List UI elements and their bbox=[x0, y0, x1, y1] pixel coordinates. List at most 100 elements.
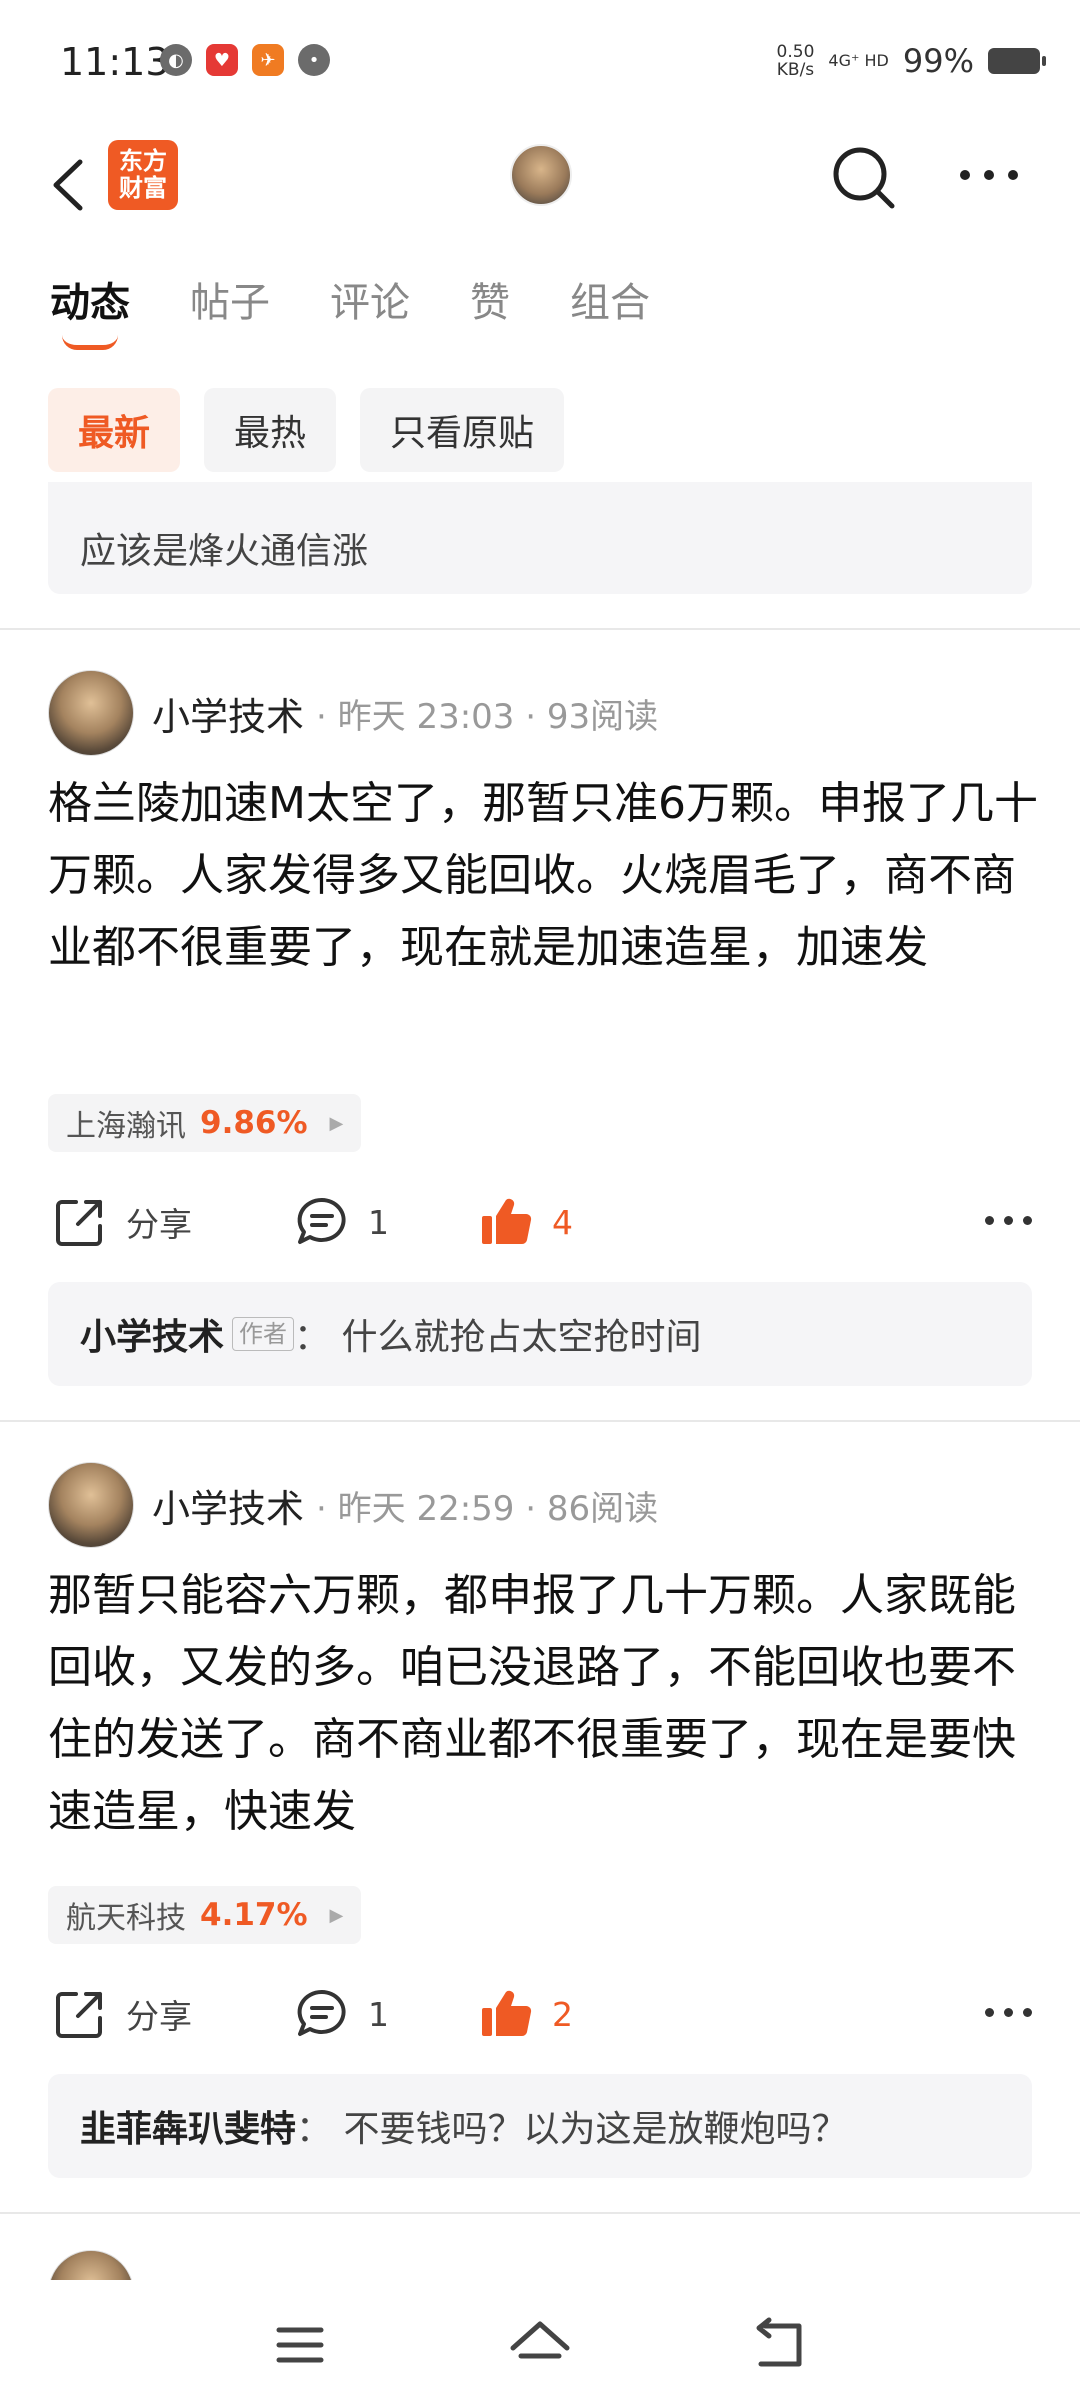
share-button[interactable]: 分享 bbox=[52, 1194, 192, 1250]
comment-button[interactable]: 1 bbox=[294, 1194, 389, 1250]
dot-icon bbox=[1023, 2008, 1032, 2017]
net-speed-value: 0.50 bbox=[776, 42, 815, 62]
dot-icon bbox=[1004, 1216, 1013, 1225]
more-options-button[interactable] bbox=[985, 1216, 1032, 1225]
tab-posts[interactable]: 帖子 bbox=[190, 270, 270, 328]
stock-name: 航天科技 bbox=[66, 1901, 186, 1936]
battery-icon bbox=[988, 48, 1046, 74]
comment-icon bbox=[297, 1989, 346, 2036]
reply-box[interactable]: 韭菲犇玐斐特 ： 不要钱吗？以为这是放鞭炮吗？ bbox=[48, 2074, 1032, 2178]
thumbs-up-icon bbox=[482, 1990, 532, 2037]
home-button[interactable] bbox=[505, 2310, 575, 2380]
action-bar: 分享 1 4 bbox=[48, 1186, 1032, 1256]
back-arrow-icon bbox=[53, 159, 83, 211]
more-options-button[interactable] bbox=[985, 2008, 1032, 2017]
stock-tag[interactable]: 上海瀚讯 9.86% ▶ bbox=[48, 1094, 362, 1152]
reply-box[interactable]: 小学技术 作者 ： 什么就抢占太空抢时间 bbox=[48, 1282, 1032, 1386]
filter-original-only[interactable]: 只看原贴 bbox=[360, 388, 565, 472]
stock-name: 上海瀚讯 bbox=[66, 1109, 186, 1144]
divider bbox=[0, 2212, 1080, 2214]
post-header: 小学技术 · 昨天 23:03 · 93阅读 bbox=[48, 668, 658, 758]
like-count: 2 bbox=[552, 1994, 573, 2034]
menu-button[interactable] bbox=[265, 2310, 335, 2380]
reply-text: ： 不要钱吗？以为这是放鞭炮吗？ bbox=[296, 2109, 848, 2150]
battery-percent: 99% bbox=[902, 42, 974, 80]
like-button[interactable]: 2 bbox=[478, 1986, 573, 2042]
status-bar: 11:13 ◐ ♥ ✈ • 0.50 KB/s 4G⁺ HD 99% bbox=[0, 0, 1080, 130]
avatar[interactable] bbox=[510, 144, 572, 206]
tab-bar: 动态 帖子 评论 赞 组合 bbox=[50, 270, 650, 350]
status-right: 0.50 KB/s 4G⁺ HD 99% bbox=[777, 42, 1046, 80]
logo-line2: 财富 bbox=[119, 174, 167, 202]
comment-count: 1 bbox=[368, 1994, 389, 2034]
dot-icon bbox=[1023, 1216, 1032, 1225]
feed-item[interactable]: 小学技术 · 昨天 22:59 · 86阅读 那暂只能容六万颗，都申报了几十万颗… bbox=[0, 1422, 1080, 2212]
logo-line1: 东方 bbox=[119, 147, 167, 175]
post-content[interactable]: 那暂只能容六万颗，都申报了几十万颗。人家既能回收，又发的多。咱已没退路了，不能回… bbox=[48, 1560, 1038, 1848]
share-label: 分享 bbox=[126, 1997, 192, 2036]
stock-change: 9.86% bbox=[200, 1105, 308, 1141]
tab-portfolio[interactable]: 组合 bbox=[570, 270, 650, 328]
menu-icon bbox=[276, 2327, 324, 2363]
reply-box[interactable]: 应该是烽火通信涨 bbox=[48, 482, 1032, 594]
reply-username[interactable]: 韭菲犇玐斐特 bbox=[80, 2100, 296, 2152]
app-notification-icon: ✈ bbox=[252, 44, 284, 76]
back-button[interactable] bbox=[40, 152, 100, 218]
app-notification-icon: ♥ bbox=[206, 44, 238, 76]
app-notification-icon: ◐ bbox=[160, 44, 192, 76]
like-count: 4 bbox=[552, 1202, 573, 1242]
like-button[interactable]: 4 bbox=[478, 1194, 573, 1250]
home-icon bbox=[510, 2321, 570, 2359]
author-badge: 作者 bbox=[232, 1317, 295, 1351]
back-nav-button[interactable] bbox=[745, 2310, 815, 2380]
next-item-avatar bbox=[48, 2250, 134, 2280]
dot-icon bbox=[985, 2008, 994, 2017]
stock-change: 4.17% bbox=[200, 1897, 308, 1933]
tab-likes[interactable]: 赞 bbox=[470, 270, 510, 328]
status-time: 11:13 bbox=[60, 40, 170, 84]
username[interactable]: 小学技术 bbox=[152, 1478, 304, 1533]
avatar[interactable] bbox=[48, 670, 134, 756]
avatar bbox=[48, 2250, 134, 2280]
search-button[interactable] bbox=[830, 144, 896, 210]
app-logo[interactable]: 东方 财富 bbox=[108, 140, 178, 210]
play-arrow-icon: ▶ bbox=[329, 1112, 344, 1134]
post-meta: · 昨天 23:03 · 93阅读 bbox=[316, 696, 659, 737]
notification-icons: ◐ ♥ ✈ • bbox=[160, 44, 330, 76]
filter-latest[interactable]: 最新 bbox=[48, 388, 181, 472]
dot-icon bbox=[984, 170, 994, 180]
network-speed: 0.50 KB/s bbox=[777, 43, 815, 79]
top-nav: 东方 财富 bbox=[0, 130, 1080, 240]
share-label: 分享 bbox=[126, 1205, 192, 1244]
back-icon bbox=[756, 2317, 802, 2367]
system-nav-bar bbox=[0, 2280, 1080, 2408]
reply-username[interactable]: 小学技术 bbox=[80, 1308, 224, 1360]
post-meta: · 昨天 22:59 · 86阅读 bbox=[316, 1488, 659, 1529]
more-options-button[interactable] bbox=[960, 160, 1030, 190]
share-icon bbox=[56, 1992, 102, 2038]
tab-activity[interactable]: 动态 bbox=[50, 270, 130, 350]
comment-button[interactable]: 1 bbox=[294, 1986, 389, 2042]
play-arrow-icon: ▶ bbox=[329, 1904, 344, 1926]
stock-tag[interactable]: 航天科技 4.17% ▶ bbox=[48, 1886, 362, 1944]
filter-hot[interactable]: 最热 bbox=[204, 388, 337, 472]
reply-text: 应该是烽火通信涨 bbox=[80, 531, 369, 572]
filter-chips: 最新 最热 只看原贴 bbox=[48, 388, 565, 472]
post-content[interactable]: 格兰陵加速M太空了，那暂只准6万颗。申报了几十万颗。人家发得多又能回收。火烧眉毛… bbox=[48, 768, 1038, 984]
net-speed-unit: KB/s bbox=[776, 60, 815, 80]
avatar[interactable] bbox=[48, 1462, 134, 1548]
message-icon: • bbox=[298, 44, 330, 76]
dot-icon bbox=[1004, 2008, 1013, 2017]
post-header: 小学技术 · 昨天 22:59 · 86阅读 bbox=[48, 1460, 658, 1550]
reply-text: ： 什么就抢占太空抢时间 bbox=[294, 1317, 702, 1358]
dot-icon bbox=[985, 1216, 994, 1225]
thumbs-up-icon bbox=[482, 1198, 532, 1245]
signal-icon: 4G⁺ HD bbox=[828, 51, 889, 70]
share-button[interactable]: 分享 bbox=[52, 1986, 192, 2042]
dot-icon bbox=[1008, 170, 1018, 180]
feed-item[interactable]: 小学技术 · 昨天 23:03 · 93阅读 格兰陵加速M太空了，那暂只准6万颗… bbox=[0, 630, 1080, 1420]
comment-count: 1 bbox=[368, 1202, 389, 1242]
tab-comments[interactable]: 评论 bbox=[330, 270, 410, 328]
username[interactable]: 小学技术 bbox=[152, 686, 304, 741]
share-icon bbox=[56, 1200, 102, 1246]
